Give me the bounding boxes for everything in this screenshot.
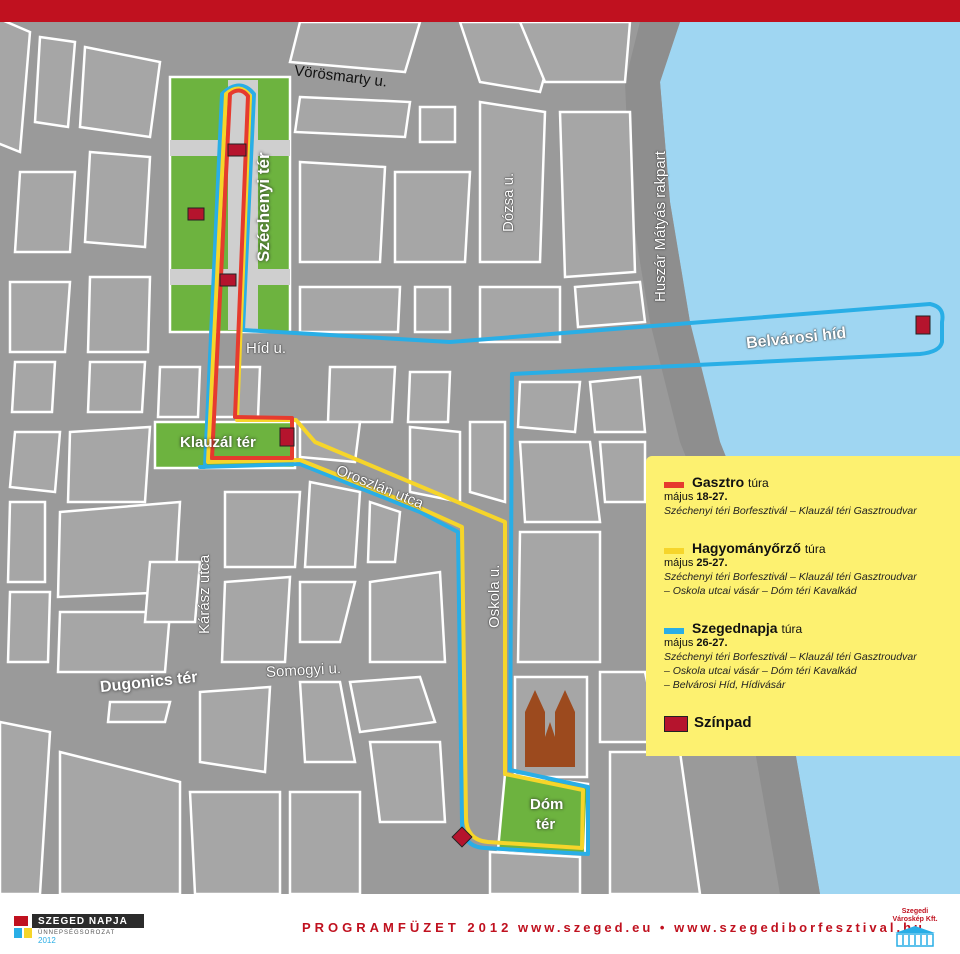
legend-stage-label: Színpad <box>694 714 752 731</box>
legend-title-hagyomany: Hagyományőrző túra <box>692 540 826 556</box>
map: Vörösmarty u. Dózsa u. Huszár Mátyás rak… <box>0 22 960 894</box>
street-huszar: Huszár Mátyás rakpart <box>652 151 669 302</box>
varoskep-logo: Szegedi Városkép Kft. <box>880 908 950 948</box>
street-karasz: Kárász utca <box>196 554 213 634</box>
legend-desc-gasztro: Széchenyi téri Borfesztivál – Klauzál té… <box>664 505 917 517</box>
square-dom-line1: Dóm <box>530 796 564 813</box>
stage-bridge <box>915 315 931 335</box>
legend-desc-szegednapja-2: – Oskola utcai vásár – Dóm téri Kavalkád <box>664 665 857 677</box>
program-title: PROGRAMFÜZET 2012 <box>302 920 513 935</box>
legend-desc-szegednapja-1: Széchenyi téri Borfesztivál – Klauzál té… <box>664 651 917 663</box>
szeged-napja-logo: SZEGED NAPJA ÜNNEPSÉGSOROZAT 2012 <box>14 908 144 945</box>
legend-date-gasztro: május 18-27. <box>664 491 728 503</box>
website-urls[interactable]: www.szeged.eu • www.szegediborfesztival.… <box>518 920 925 935</box>
square-szechenyi: Széchenyi tér <box>254 152 273 262</box>
legend-date-hagyomany: május 25-27. <box>664 557 728 569</box>
legend-title-gasztro: Gasztro túra <box>692 474 769 490</box>
legend-desc-szegednapja-3: – Belvárosi Híd, Hídivásár <box>664 679 786 691</box>
legend-stage-swatch <box>664 716 688 732</box>
legend-desc-hagyomany-2: – Oskola utcai vásár – Dóm téri Kavalkád <box>664 585 857 597</box>
logo-year: 2012 <box>38 936 56 945</box>
square-dom-line2: tér <box>536 816 556 833</box>
stage-szechenyi-3 <box>219 273 237 287</box>
legend-date-szegednapja: május 26-27. <box>664 637 728 649</box>
street-hid: Híd u. <box>246 340 287 357</box>
footer: SZEGED NAPJA ÜNNEPSÉGSOROZAT 2012 PROGRA… <box>0 894 960 954</box>
legend-swatch-szegednapja <box>664 628 684 634</box>
legend-title-szegednapja: Szegednapja túra <box>692 620 803 636</box>
square-klauzal: Klauzál tér <box>180 434 256 451</box>
stage-klauzal <box>279 427 295 447</box>
varoskep-line2: Városkép Kft. <box>892 916 938 923</box>
legend-desc-hagyomany-1: Széchenyi téri Borfesztivál – Klauzál té… <box>664 571 917 583</box>
legend: Gasztro túra május 18-27. Széchenyi téri… <box>646 456 960 756</box>
varoskep-building-icon <box>895 926 935 947</box>
legend-swatch-gasztro <box>664 482 684 488</box>
street-dozsa: Dózsa u. <box>500 172 517 232</box>
street-oskola: Oskola u. <box>486 564 503 628</box>
legend-swatch-hagyomany <box>664 548 684 554</box>
top-red-band <box>0 0 960 22</box>
stage-szechenyi-1 <box>227 143 247 157</box>
stage-szechenyi-2 <box>187 207 205 221</box>
logo-title: SZEGED NAPJA <box>38 916 128 927</box>
varoskep-line1: Szegedi <box>901 908 929 915</box>
